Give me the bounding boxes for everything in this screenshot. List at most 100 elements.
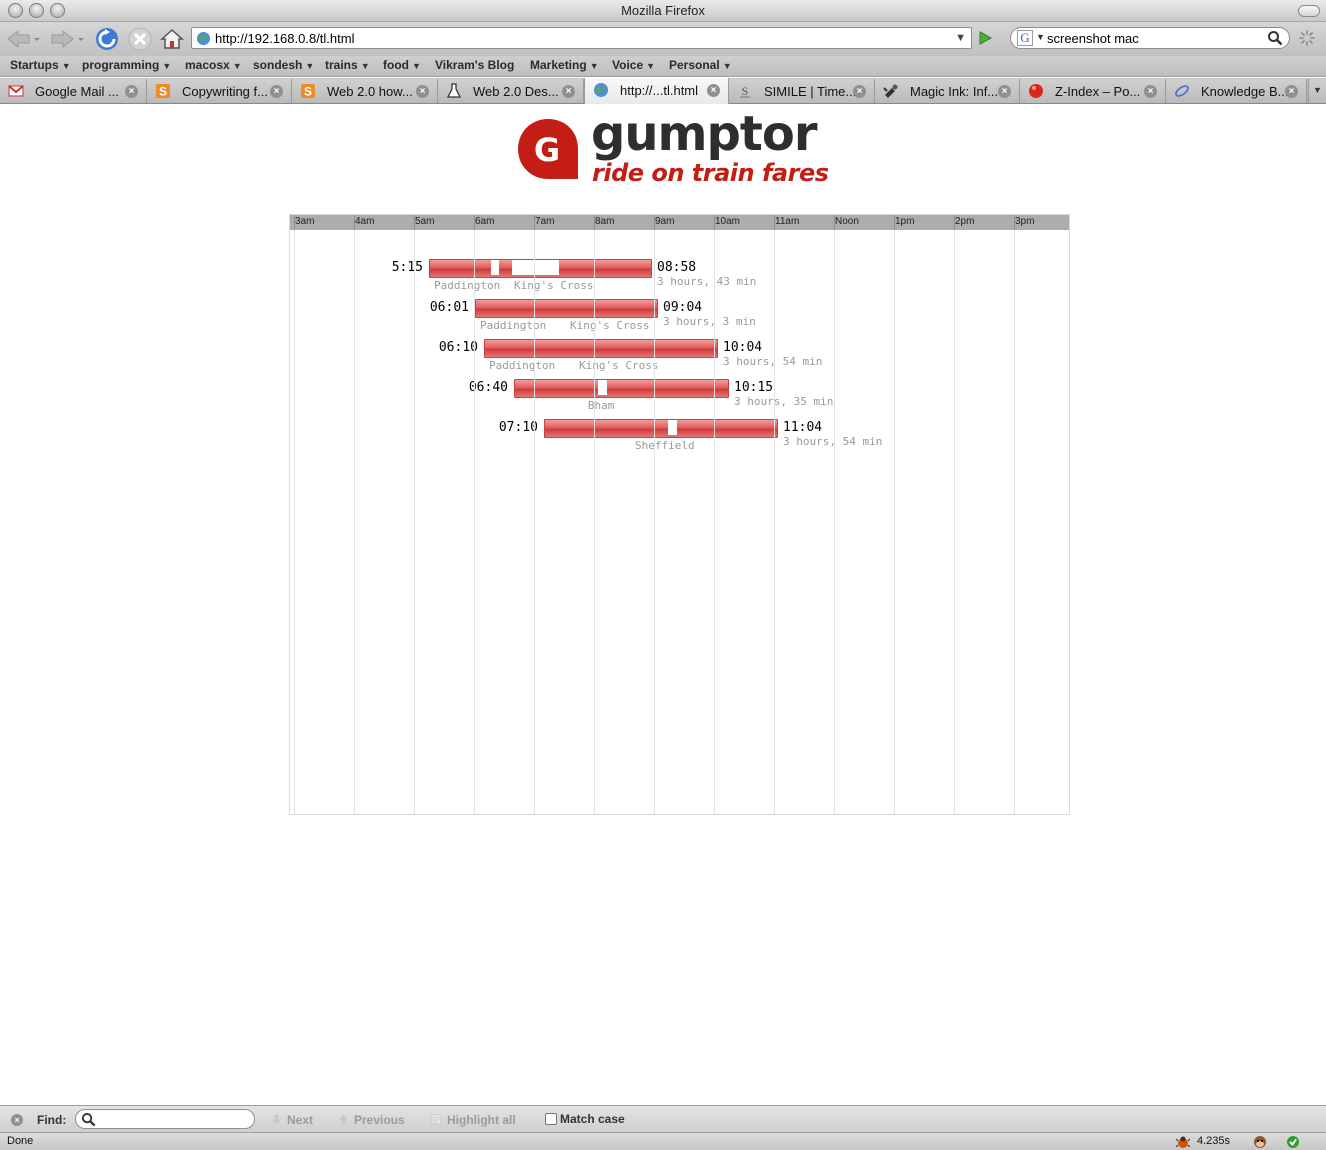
- bookmark-folder-startups[interactable]: Startups ▼: [10, 58, 71, 72]
- flask-icon: [446, 83, 462, 98]
- search-bar[interactable]: G ▼ screenshot mac: [1010, 27, 1290, 49]
- paint-icon: [883, 84, 898, 98]
- svg-text:S: S: [742, 84, 749, 98]
- close-icon[interactable]: ×: [707, 84, 720, 97]
- tab-copywriting[interactable]: S Copywriting f... ×: [147, 79, 292, 103]
- search-engine-selector[interactable]: G: [1017, 30, 1033, 46]
- status-text: Done: [7, 1135, 34, 1147]
- station-label: Paddington: [480, 319, 547, 332]
- close-icon[interactable]: ×: [125, 85, 138, 98]
- hour-label: Noon: [835, 216, 859, 227]
- bookmark-folder-personal[interactable]: Personal ▼: [669, 58, 732, 72]
- back-button[interactable]: [4, 26, 44, 52]
- match-case-checkbox[interactable]: Match case: [545, 1112, 625, 1126]
- hour-gridline: [294, 230, 295, 814]
- find-previous-button[interactable]: Previous: [338, 1113, 405, 1127]
- close-icon[interactable]: ×: [11, 1114, 23, 1126]
- find-input[interactable]: [75, 1109, 255, 1129]
- bookmark-folder-trains[interactable]: trains ▼: [325, 58, 370, 72]
- tab-z-index[interactable]: Z-Index – Po... ×: [1020, 79, 1166, 103]
- tab-knowledge-base[interactable]: Knowledge B... ×: [1166, 79, 1307, 103]
- station-label: King's Cross: [579, 359, 659, 372]
- window-title: Mozilla Firefox: [621, 3, 705, 18]
- close-icon[interactable]: ×: [562, 85, 575, 98]
- departure-time: 06:40: [468, 380, 508, 395]
- svg-text:S: S: [159, 85, 167, 99]
- gumptor-logo-badge: G: [518, 119, 578, 179]
- bookmark-vikrams-blog[interactable]: Vikram's Blog: [435, 58, 514, 72]
- check-icon[interactable]: [1286, 1135, 1300, 1149]
- bookmark-folder-voice[interactable]: Voice ▼: [612, 58, 655, 72]
- station-label: Bham: [587, 399, 615, 412]
- close-icon[interactable]: ×: [270, 85, 283, 98]
- logo-tagline: ride on train fares: [592, 159, 829, 187]
- hour-label: 10am: [715, 216, 741, 227]
- home-icon: [160, 28, 184, 49]
- reload-button[interactable]: [94, 26, 120, 52]
- close-icon[interactable]: ×: [1285, 85, 1298, 98]
- trip-bar[interactable]: [544, 419, 778, 438]
- go-arrow-icon[interactable]: [977, 30, 993, 46]
- bookmark-folder-programming[interactable]: programming ▼: [82, 58, 171, 72]
- tab-simile[interactable]: S SIMILE | Time... ×: [729, 79, 875, 103]
- tab-web20-design[interactable]: Web 2.0 Des... ×: [438, 79, 584, 103]
- hour-label: 8am: [595, 216, 615, 227]
- bookmark-folder-food[interactable]: food ▼: [383, 58, 421, 72]
- orange-s-icon: S: [301, 84, 315, 99]
- hour-gridline: [1014, 230, 1015, 814]
- hour-gridline: [534, 230, 535, 814]
- hour-gridline: [954, 230, 955, 814]
- trip-bar[interactable]: [475, 299, 658, 318]
- departure-time: 06:01: [429, 300, 469, 315]
- interchange-gap: [512, 260, 559, 275]
- hour-label: 3am: [295, 216, 315, 227]
- svg-text:S: S: [304, 85, 312, 99]
- tab-google-mail[interactable]: Google Mail ... ×: [0, 79, 147, 103]
- throbber-icon: [1299, 30, 1315, 46]
- search-input[interactable]: screenshot mac: [1047, 31, 1139, 46]
- arrival-time: 10:15: [734, 380, 774, 395]
- blue-swoosh-icon: [1175, 85, 1189, 97]
- interchange-gap: [668, 420, 678, 435]
- navigation-toolbar: http://192.168.0.8/tl.html ▼ G ▼ screens…: [0, 22, 1326, 56]
- url-history-dropdown-icon[interactable]: ▼: [955, 32, 966, 44]
- tab-magic-ink[interactable]: Magic Ink: Inf... ×: [875, 79, 1020, 103]
- close-icon[interactable]: ×: [416, 85, 429, 98]
- bookmark-folder-macosx[interactable]: macosx ▼: [185, 58, 242, 72]
- reload-icon: [96, 28, 118, 50]
- hour-gridline: [354, 230, 355, 814]
- stop-button[interactable]: [127, 26, 153, 52]
- trip-bar[interactable]: [514, 379, 729, 398]
- hour-label: 6am: [475, 216, 495, 227]
- home-button[interactable]: [159, 26, 185, 52]
- close-icon[interactable]: ×: [1144, 85, 1157, 98]
- hour-gridline: [654, 230, 655, 814]
- chevron-down-icon[interactable]: ▼: [1036, 32, 1045, 42]
- find-next-button[interactable]: Next: [271, 1113, 313, 1127]
- bookmark-folder-marketing[interactable]: Marketing ▼: [530, 58, 599, 72]
- forward-button[interactable]: [48, 26, 88, 52]
- tab-overflow-button[interactable]: ▼: [1308, 79, 1326, 103]
- arrow-down-icon: [271, 1114, 282, 1125]
- url-bar[interactable]: http://192.168.0.8/tl.html ▼: [191, 27, 972, 49]
- hour-label: 1pm: [895, 216, 915, 227]
- highlight-all-button[interactable]: Highlight all: [431, 1113, 516, 1127]
- trip-duration: 3 hours, 43 min: [657, 275, 757, 288]
- toolbar-toggle-button[interactable]: [1298, 5, 1320, 17]
- search-icon[interactable]: [1267, 30, 1283, 46]
- trip-bar[interactable]: [484, 339, 718, 358]
- hour-gridline: [834, 230, 835, 814]
- hour-gridline: [474, 230, 475, 814]
- close-icon[interactable]: ×: [998, 85, 1011, 98]
- trip-duration: 3 hours, 35 min: [734, 395, 834, 408]
- tab-web20-how[interactable]: S Web 2.0 how... ×: [292, 79, 438, 103]
- hour-label: 3pm: [1015, 216, 1035, 227]
- station-label: Paddington: [489, 359, 556, 372]
- tab-strip: Google Mail ... × S Copywriting f... × S…: [0, 78, 1326, 104]
- tab-timeline-active[interactable]: http://...tl.html ×: [584, 78, 729, 104]
- bookmark-folder-sondesh[interactable]: sondesh ▼: [253, 58, 314, 72]
- hour-gridline: [594, 230, 595, 814]
- monkey-icon[interactable]: [1253, 1135, 1267, 1149]
- firebug-icon[interactable]: [1176, 1135, 1190, 1149]
- close-icon[interactable]: ×: [853, 85, 866, 98]
